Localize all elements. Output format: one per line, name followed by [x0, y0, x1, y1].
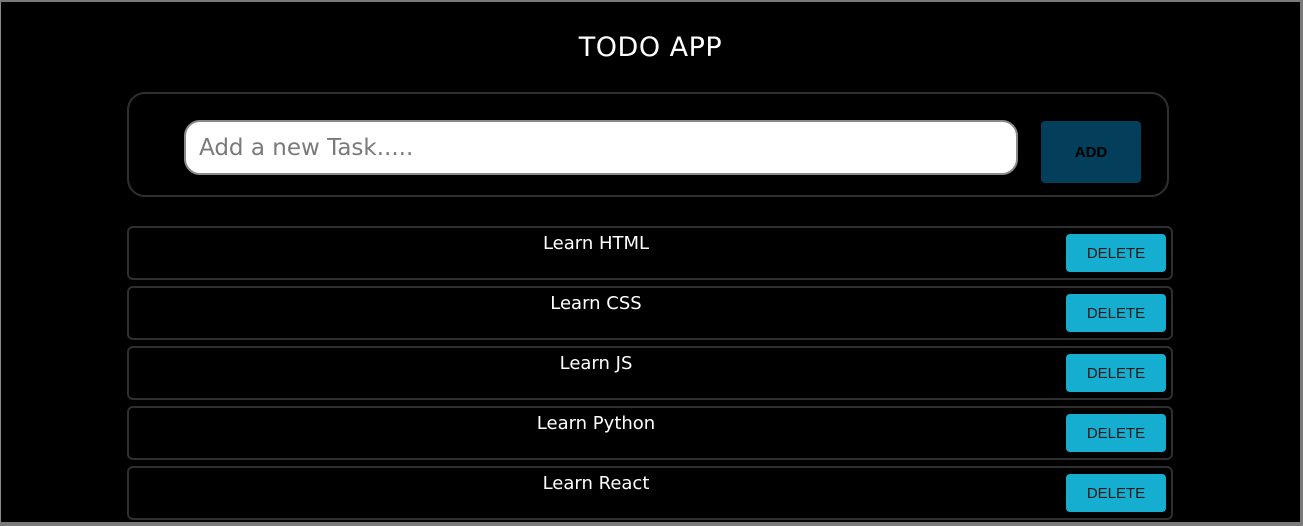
task-text: Learn Python [536, 413, 656, 434]
task-item: Learn Python DELETE [127, 406, 1173, 460]
new-task-input[interactable] [184, 120, 1018, 175]
task-item: Learn HTML DELETE [127, 226, 1173, 280]
task-text: Learn React [542, 473, 650, 494]
task-item: Learn JS DELETE [127, 346, 1173, 400]
task-text: Learn JS [559, 353, 633, 374]
delete-task-button[interactable]: DELETE [1066, 354, 1166, 392]
task-text: Learn CSS [550, 293, 642, 314]
delete-task-button[interactable]: DELETE [1066, 474, 1166, 512]
delete-task-button[interactable]: DELETE [1066, 234, 1166, 272]
task-item: Learn React DELETE [127, 466, 1173, 520]
new-task-panel: ADD [127, 92, 1169, 197]
app-viewport: TODO APP ADD Learn HTML DELETE Learn CSS… [0, 2, 1300, 522]
add-task-button[interactable]: ADD [1041, 121, 1141, 183]
task-item: Learn CSS DELETE [127, 286, 1173, 340]
delete-task-button[interactable]: DELETE [1066, 414, 1166, 452]
task-text: Learn HTML [542, 233, 650, 254]
task-list: Learn HTML DELETE Learn CSS DELETE Learn… [127, 226, 1173, 526]
delete-task-button[interactable]: DELETE [1066, 294, 1166, 332]
page-title: TODO APP [578, 32, 723, 63]
